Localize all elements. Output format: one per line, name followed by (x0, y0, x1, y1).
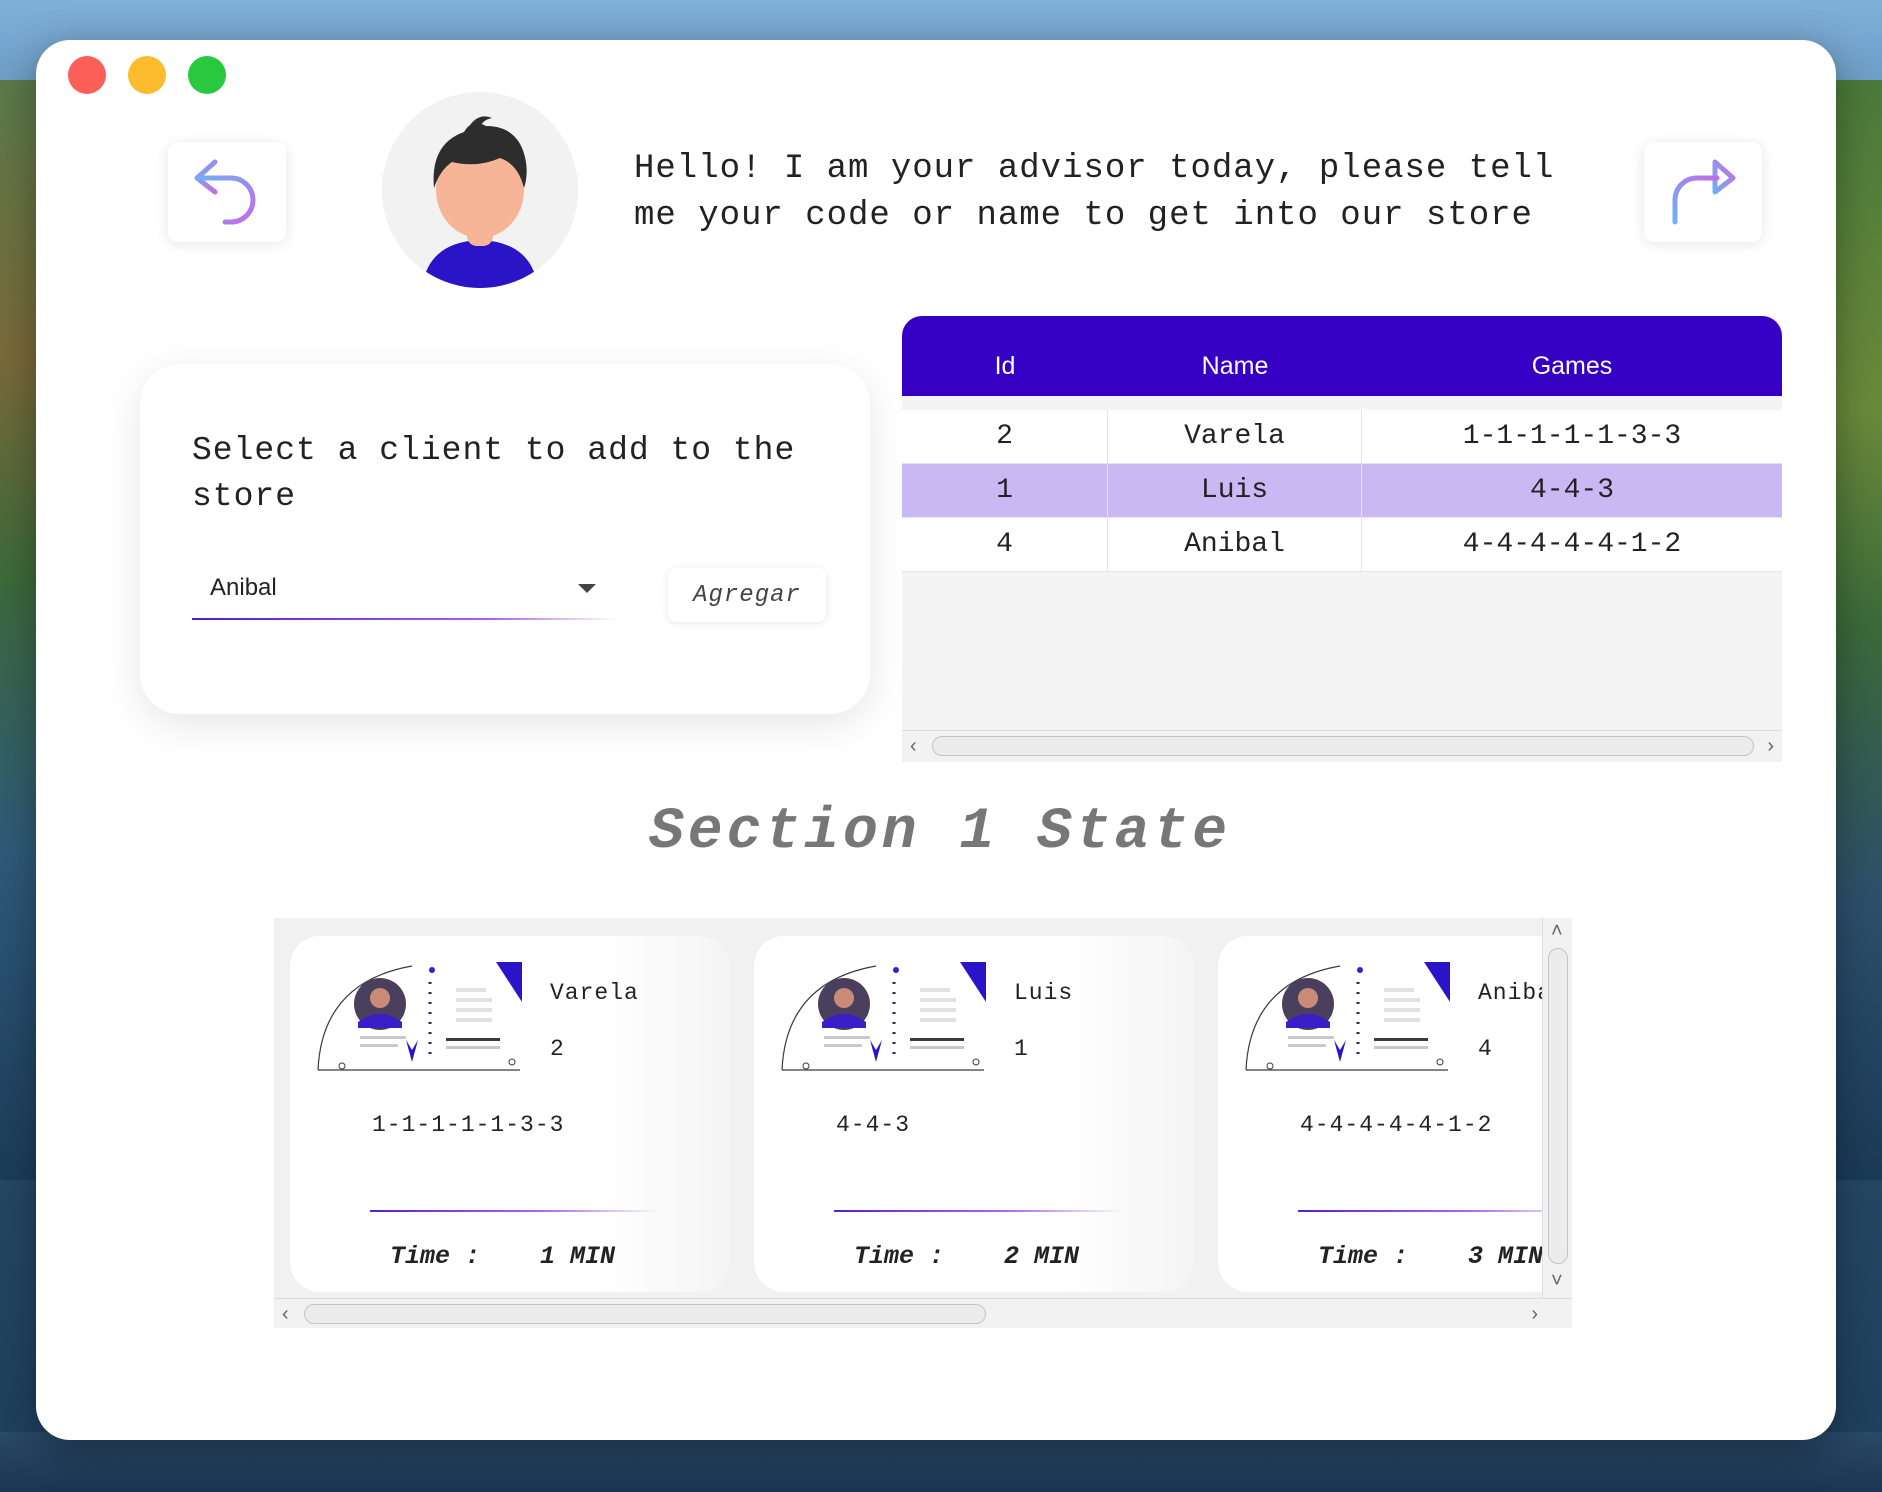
cell-id: 4 (902, 518, 1108, 572)
scroll-down-icon[interactable]: ˅ (1551, 1270, 1563, 1293)
card-time-label: Time : (854, 1242, 945, 1271)
client-card[interactable]: Anibal 4 4-4-4-4-4-1-2 Time : 3 MIN (1218, 936, 1572, 1292)
scroll-right-icon[interactable]: › (1767, 735, 1774, 758)
section-title: Section 1 State (648, 800, 1232, 865)
scroll-up-icon[interactable]: ˄ (1551, 920, 1563, 943)
scroll-left-icon[interactable]: ‹ (910, 735, 917, 758)
scrollbar-thumb[interactable] (1548, 948, 1568, 1264)
redo-arrow-icon (1672, 159, 1736, 225)
card-client-id: 2 (550, 1036, 564, 1062)
section-cards-pane: Varela 2 1-1-1-1-1-3-3 Time : 1 MIN Luis… (274, 918, 1572, 1328)
cell-id: 2 (902, 410, 1108, 464)
close-window-button[interactable] (68, 56, 106, 94)
table-row-selected[interactable]: 1 Luis 4-4-3 (902, 464, 1782, 518)
card-divider (1298, 1210, 1572, 1212)
card-client-id: 1 (1014, 1036, 1028, 1062)
client-dropdown-value: Anibal (210, 574, 277, 601)
profile-card-illustration-icon (317, 962, 522, 1071)
undo-arrow-icon (194, 159, 256, 225)
table-row[interactable]: 4 Anibal 4-4-4-4-4-1-2 (902, 518, 1782, 572)
client-card[interactable]: Varela 2 1-1-1-1-1-3-3 Time : 1 MIN (290, 936, 730, 1292)
maximize-window-button[interactable] (188, 56, 226, 94)
cell-name: Anibal (1108, 518, 1362, 572)
card-time-value: 1 MIN (540, 1242, 616, 1271)
card-time: Time : 3 MIN (1318, 1242, 1543, 1271)
client-card[interactable]: Luis 1 4-4-3 Time : 2 MIN (754, 936, 1194, 1292)
add-client-button[interactable]: Agregar (668, 568, 826, 622)
client-dropdown[interactable]: Anibal (192, 562, 616, 620)
cell-name: Varela (1108, 410, 1362, 464)
card-client-name: Luis (1014, 980, 1074, 1006)
minimize-window-button[interactable] (128, 56, 166, 94)
cards-vertical-scrollbar[interactable]: ˄ ˅ (1542, 918, 1572, 1298)
card-divider (370, 1210, 660, 1212)
card-client-name: Varela (550, 980, 639, 1006)
card-client-games: 4-4-3 (836, 1112, 911, 1138)
advisor-avatar (382, 92, 578, 288)
card-time-value: 3 MIN (1468, 1242, 1544, 1271)
scroll-right-icon[interactable]: › (1531, 1303, 1538, 1326)
forward-button[interactable] (1644, 142, 1762, 242)
scroll-left-icon[interactable]: ‹ (282, 1303, 289, 1326)
cell-id: 1 (902, 464, 1108, 518)
profile-card-illustration-icon (781, 962, 986, 1071)
cell-games: 4-4-4-4-4-1-2 (1462, 529, 1682, 560)
card-divider (834, 1210, 1124, 1212)
client-panel-title: Select a client to add to the store (192, 432, 796, 515)
card-client-id: 4 (1478, 1036, 1492, 1062)
scrollbar-thumb[interactable] (304, 1304, 986, 1324)
table-row[interactable]: 2 Varela 1-1-1-1-1-3-3 (902, 410, 1782, 464)
column-header-games[interactable]: Games (1362, 352, 1782, 381)
back-button[interactable] (168, 142, 286, 242)
column-header-name[interactable]: Name (1108, 352, 1362, 381)
table-header: Id Name Games (902, 316, 1782, 396)
chevron-down-icon (578, 584, 596, 593)
column-header-id[interactable]: Id (902, 352, 1108, 381)
cell-games: 1-1-1-1-1-3-3 (1462, 421, 1682, 452)
table-body: 2 Varela 1-1-1-1-1-3-3 1 Luis 4-4-3 4 An… (902, 410, 1782, 572)
scrollbar-thumb[interactable] (932, 736, 1754, 756)
card-client-games: 1-1-1-1-1-3-3 (372, 1112, 565, 1138)
table-horizontal-scrollbar[interactable]: ‹ › (902, 730, 1782, 762)
card-client-games: 4-4-4-4-4-1-2 (1300, 1112, 1493, 1138)
cell-name: Luis (1108, 464, 1362, 518)
card-time-value: 2 MIN (1004, 1242, 1080, 1271)
client-panel: Select a client to add to the store Anib… (140, 364, 870, 714)
desktop-wallpaper-bottom (0, 1432, 1882, 1492)
app-window: Hello! I am your advisor today, please t… (36, 40, 1836, 1440)
card-time: Time : 1 MIN (390, 1242, 615, 1271)
profile-card-illustration-icon (1245, 962, 1450, 1071)
clients-table: Id Name Games 2 Varela 1-1-1-1-1-3-3 1 L… (902, 316, 1782, 762)
cell-games: 4-4-3 (1529, 475, 1614, 506)
card-time: Time : 2 MIN (854, 1242, 1079, 1271)
card-time-label: Time : (390, 1242, 481, 1271)
advisor-message: Hello! I am your advisor today, please t… (634, 150, 1555, 235)
cards-horizontal-scrollbar[interactable]: ‹ › (274, 1298, 1572, 1328)
card-time-label: Time : (1318, 1242, 1409, 1271)
